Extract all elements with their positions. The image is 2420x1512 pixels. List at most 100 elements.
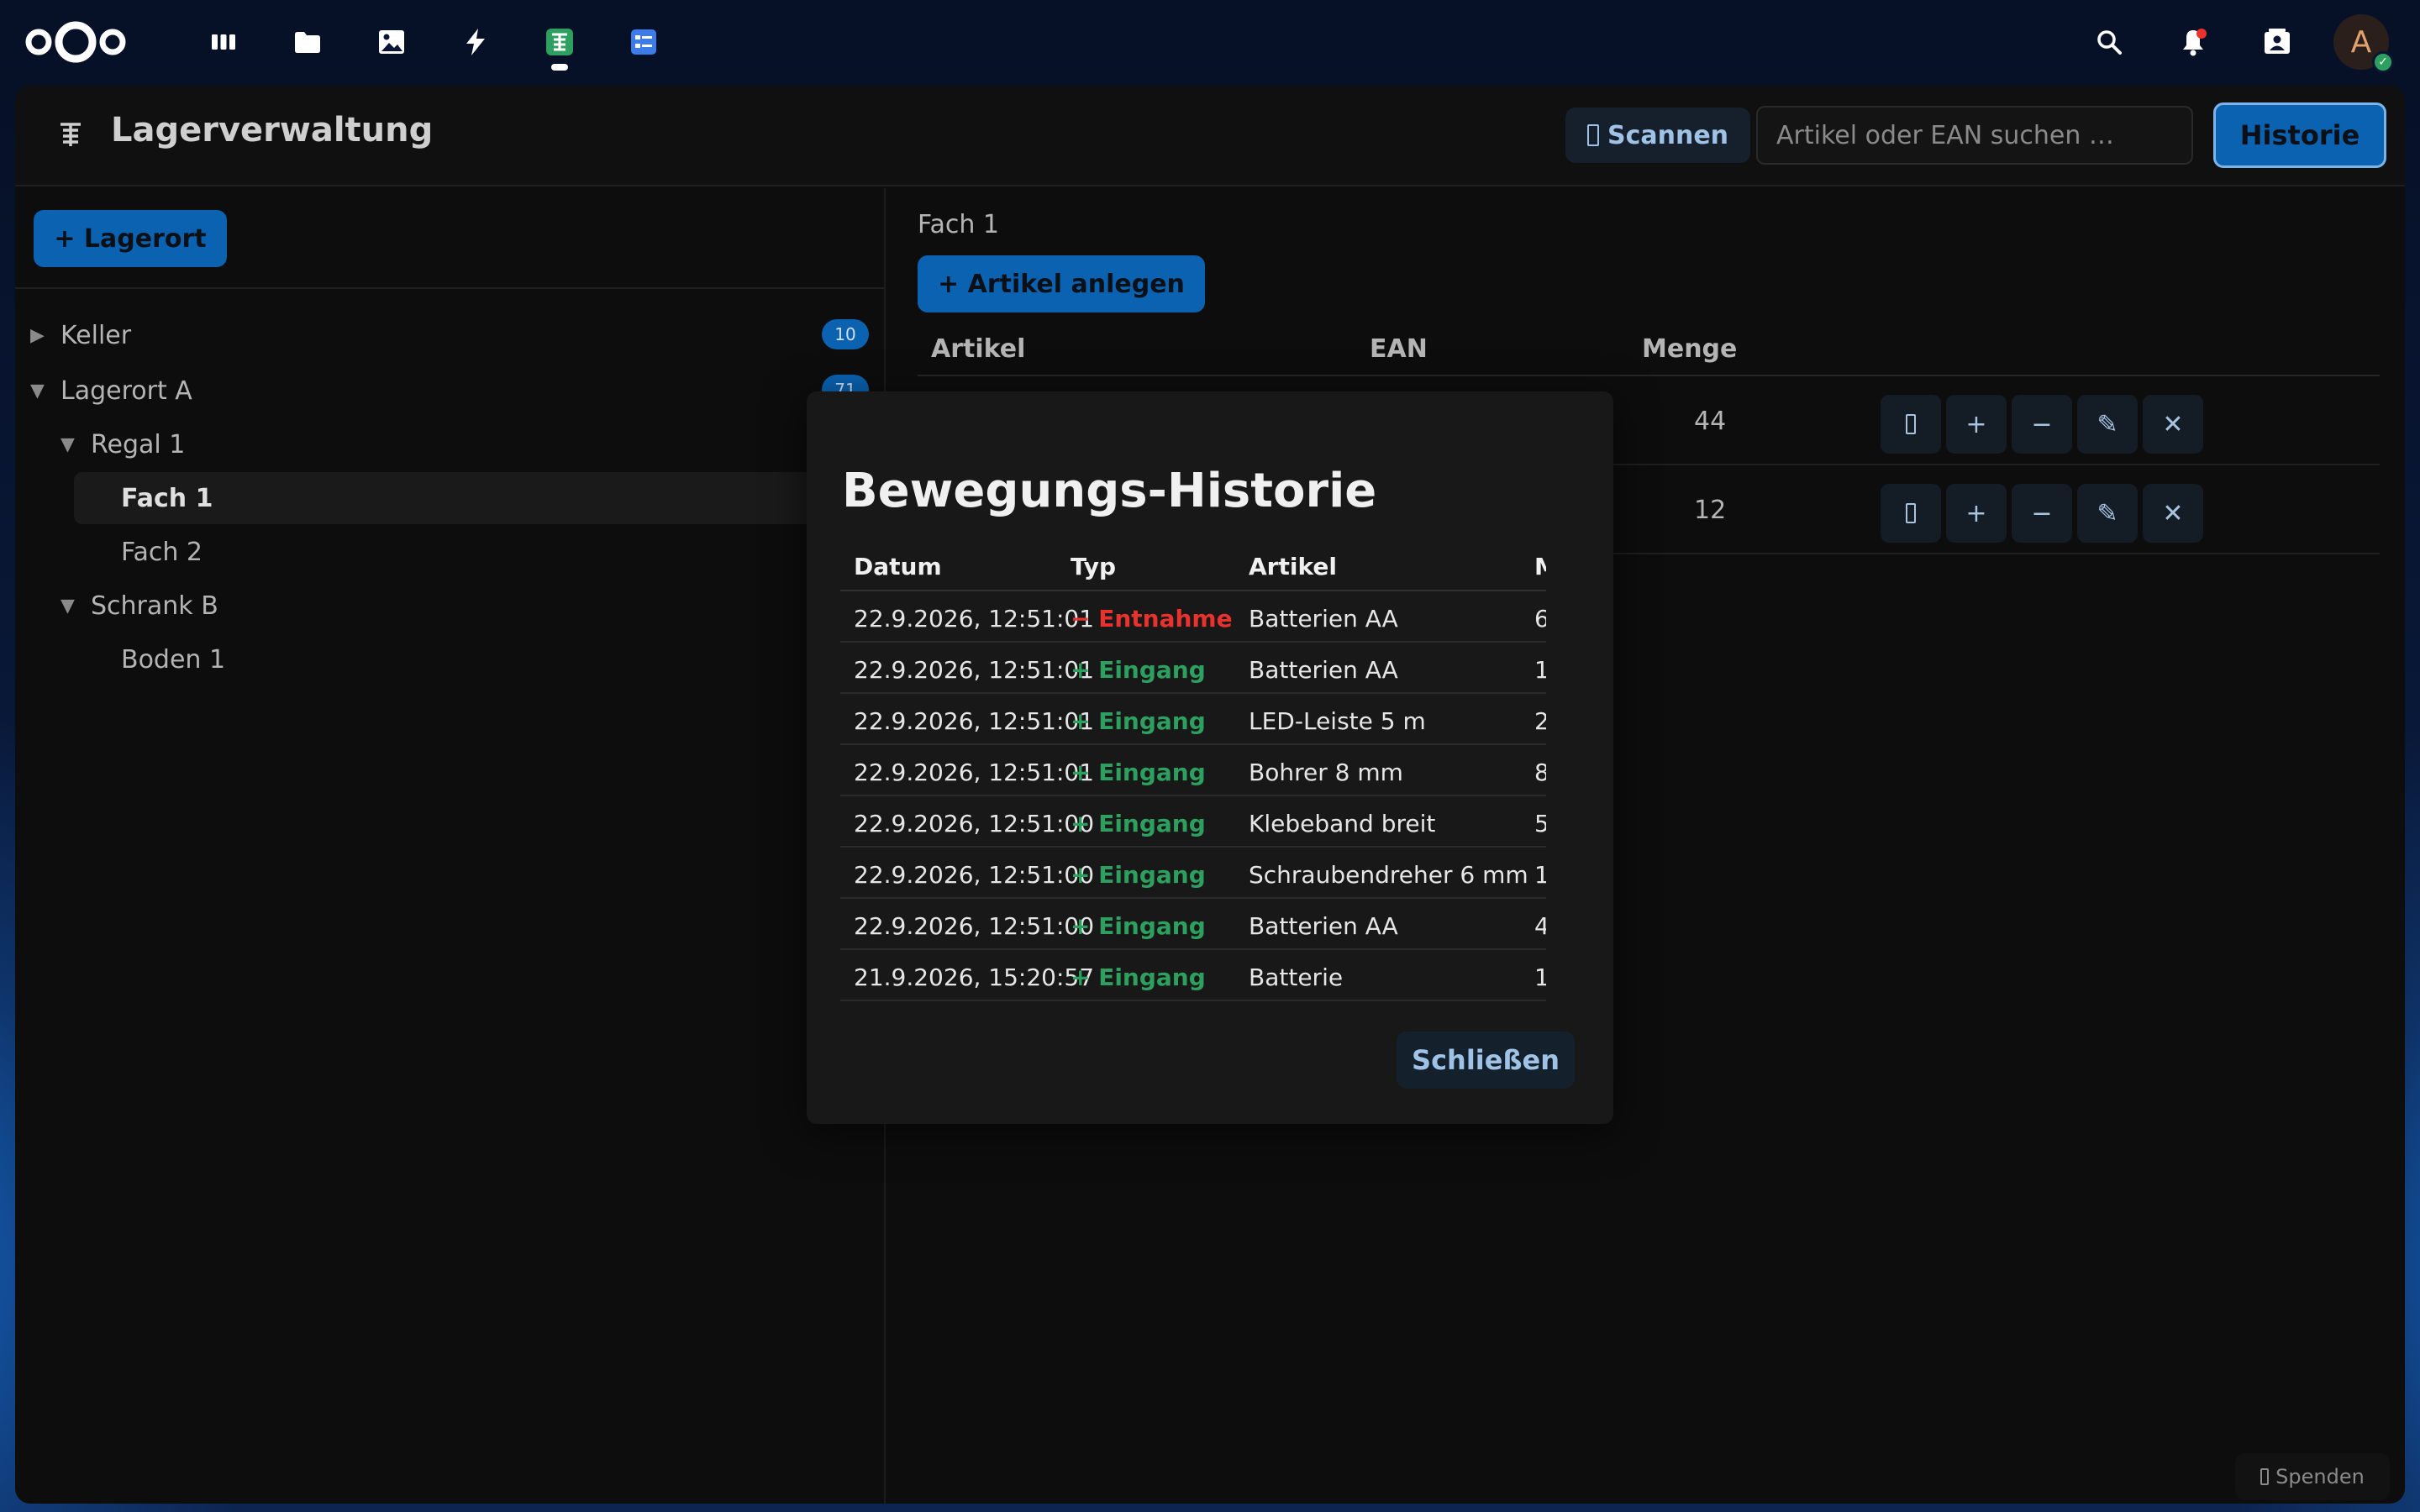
history-type: + Eingang	[1071, 963, 1206, 991]
history-article: Batterien AA	[1249, 605, 1398, 633]
notifications-bell-icon[interactable]	[2151, 12, 2235, 72]
avatar-initial: A	[2350, 24, 2372, 60]
top-header: A ✓	[0, 0, 2420, 84]
header-right: A ✓	[2067, 12, 2403, 73]
add-article-button[interactable]: + Artikel anlegen	[918, 255, 1205, 312]
history-quantity: 1	[1534, 656, 1546, 684]
collapse-arrow-icon[interactable]: ▼	[30, 381, 60, 402]
activity-icon[interactable]	[434, 17, 518, 67]
scan-item-button[interactable]	[1881, 484, 1941, 543]
history-date: 22.9.2026, 12:51:00	[854, 912, 1095, 940]
history-article: Batterie	[1249, 963, 1344, 991]
notification-dot	[2196, 29, 2207, 39]
decrease-quantity-button[interactable]: −	[2012, 395, 2072, 454]
history-quantity: 5	[1534, 810, 1546, 837]
sidebar: + Lagerort ▶ Keller 10 ▼ Lagerort A 71 ▼…	[15, 188, 886, 1504]
history-row: 22.9.2026, 12:51:00 + Eingang Batterien AA…	[840, 899, 1546, 950]
tree-item-label: Keller	[60, 320, 132, 350]
lagerverwaltung-icon	[54, 118, 87, 151]
scan-icon	[1906, 414, 1916, 434]
history-type: + Eingang	[1071, 810, 1206, 837]
history-table-header: Datum Typ Artikel M	[840, 539, 1546, 591]
online-status-check-icon: ✓	[2372, 51, 2394, 73]
lagerverwaltung-app-icon[interactable]	[518, 17, 602, 71]
history-type: + Eingang	[1071, 861, 1206, 889]
scan-button-label: Scannen	[1607, 120, 1729, 150]
history-dialog: Bewegungs-Historie Datum Typ Artikel M 2…	[807, 391, 1613, 1124]
dashboard-icon[interactable]	[182, 17, 266, 67]
history-row: 22.9.2026, 12:51:01 + Eingang Bohrer 8 mm 8	[840, 745, 1546, 796]
search-icon[interactable]	[2067, 12, 2151, 72]
search-input[interactable]	[1756, 106, 2193, 165]
user-menu[interactable]: A ✓	[2319, 12, 2403, 73]
donate-label: Spenden	[2275, 1465, 2365, 1488]
history-table: Datum Typ Artikel M 22.9.2026, 12:51:01−…	[840, 539, 1546, 1001]
expand-arrow-icon[interactable]: ▶	[30, 325, 60, 346]
delete-button[interactable]: ✕	[2143, 484, 2203, 543]
history-quantity: 8	[1534, 759, 1546, 786]
add-location-button[interactable]: + Lagerort	[34, 210, 227, 267]
edit-button[interactable]: ✎	[2077, 484, 2138, 543]
history-article: LED-Leiste 5 m	[1249, 707, 1426, 735]
tree-item-label: Fach 2	[121, 537, 203, 567]
articles-table-header: Artikel EAN Menge	[918, 326, 2380, 376]
avatar[interactable]: A ✓	[2333, 14, 2394, 73]
history-date: 22.9.2026, 12:51:01	[854, 656, 1095, 684]
tree-item-schrank-b[interactable]: ▼ Schrank B	[60, 580, 218, 632]
contacts-icon[interactable]	[2235, 12, 2319, 72]
history-row: 21.9.2026, 15:20:57 + Eingang Batterie 1	[840, 950, 1546, 1001]
history-type: − Entnahme	[1071, 605, 1233, 633]
history-row: 22.9.2026, 12:51:00 + Eingang Klebeband br…	[840, 796, 1546, 848]
history-type: + Eingang	[1071, 912, 1206, 940]
scan-icon	[1906, 503, 1916, 523]
column-header-menge[interactable]: Menge	[1642, 334, 1737, 364]
tree-item-fach-1[interactable]: Fach 1	[74, 472, 881, 524]
tree-item-fach-2[interactable]: Fach 2	[121, 526, 203, 578]
forms-icon[interactable]	[602, 17, 686, 67]
history-row: 22.9.2026, 12:51:00 + Eingang Schraubendre…	[840, 848, 1546, 899]
donate-button[interactable]: Spenden	[2235, 1453, 2390, 1500]
breadcrumb: Fach 1	[918, 210, 1000, 239]
tree-item-boden-1[interactable]: Boden 1	[121, 633, 225, 685]
app-navigation	[182, 17, 686, 71]
collapse-arrow-icon[interactable]: ▼	[60, 434, 91, 455]
page-title: Lagerverwaltung	[111, 111, 434, 150]
tree-item-label: Lagerort A	[60, 375, 192, 406]
history-type: + Eingang	[1071, 759, 1206, 786]
scan-button[interactable]: Scannen	[1565, 108, 1750, 163]
divider	[15, 287, 884, 289]
files-icon[interactable]	[266, 17, 350, 67]
history-button[interactable]: Historie	[2213, 102, 2386, 168]
history-article: Batterien AA	[1249, 656, 1398, 684]
column-header-typ: Typ	[1071, 553, 1117, 580]
history-row: 22.9.2026, 12:51:01− Entnahme Batterien A…	[840, 591, 1546, 643]
history-article: Klebeband breit	[1249, 810, 1436, 837]
scan-icon	[1586, 124, 1599, 146]
column-header-artikel[interactable]: Artikel	[931, 334, 1025, 364]
tree-item-keller[interactable]: ▶ Keller	[30, 309, 131, 361]
column-header-datum: Datum	[854, 553, 942, 580]
quantity-value: 12	[1694, 496, 1727, 525]
edit-button[interactable]: ✎	[2077, 395, 2138, 454]
close-button[interactable]: Schließen	[1397, 1032, 1575, 1089]
photos-icon[interactable]	[350, 17, 434, 67]
history-quantity: 2	[1534, 707, 1546, 735]
tree-item-lagerort-a[interactable]: ▼ Lagerort A	[30, 365, 192, 417]
history-quantity: 1	[1534, 861, 1546, 889]
nextcloud-logo-icon[interactable]	[24, 18, 128, 66]
history-date: 22.9.2026, 12:51:00	[854, 810, 1095, 837]
delete-button[interactable]: ✕	[2143, 395, 2203, 454]
increase-quantity-button[interactable]: +	[1946, 395, 2007, 454]
column-header-artikel: Artikel	[1249, 553, 1337, 580]
collapse-arrow-icon[interactable]: ▼	[60, 596, 91, 617]
history-row: 22.9.2026, 12:51:01 + Eingang Batterien AA…	[840, 643, 1546, 694]
row-actions: + − ✎ ✕	[1881, 395, 2203, 454]
decrease-quantity-button[interactable]: −	[2012, 484, 2072, 543]
history-quantity: 6	[1534, 605, 1546, 633]
scan-item-button[interactable]	[1881, 395, 1941, 454]
history-date: 22.9.2026, 12:51:00	[854, 861, 1095, 889]
tree-item-label: Boden 1	[121, 644, 226, 675]
column-header-ean[interactable]: EAN	[1370, 334, 1428, 364]
increase-quantity-button[interactable]: +	[1946, 484, 2007, 543]
tree-item-regal-1[interactable]: ▼ Regal 1	[60, 418, 185, 470]
